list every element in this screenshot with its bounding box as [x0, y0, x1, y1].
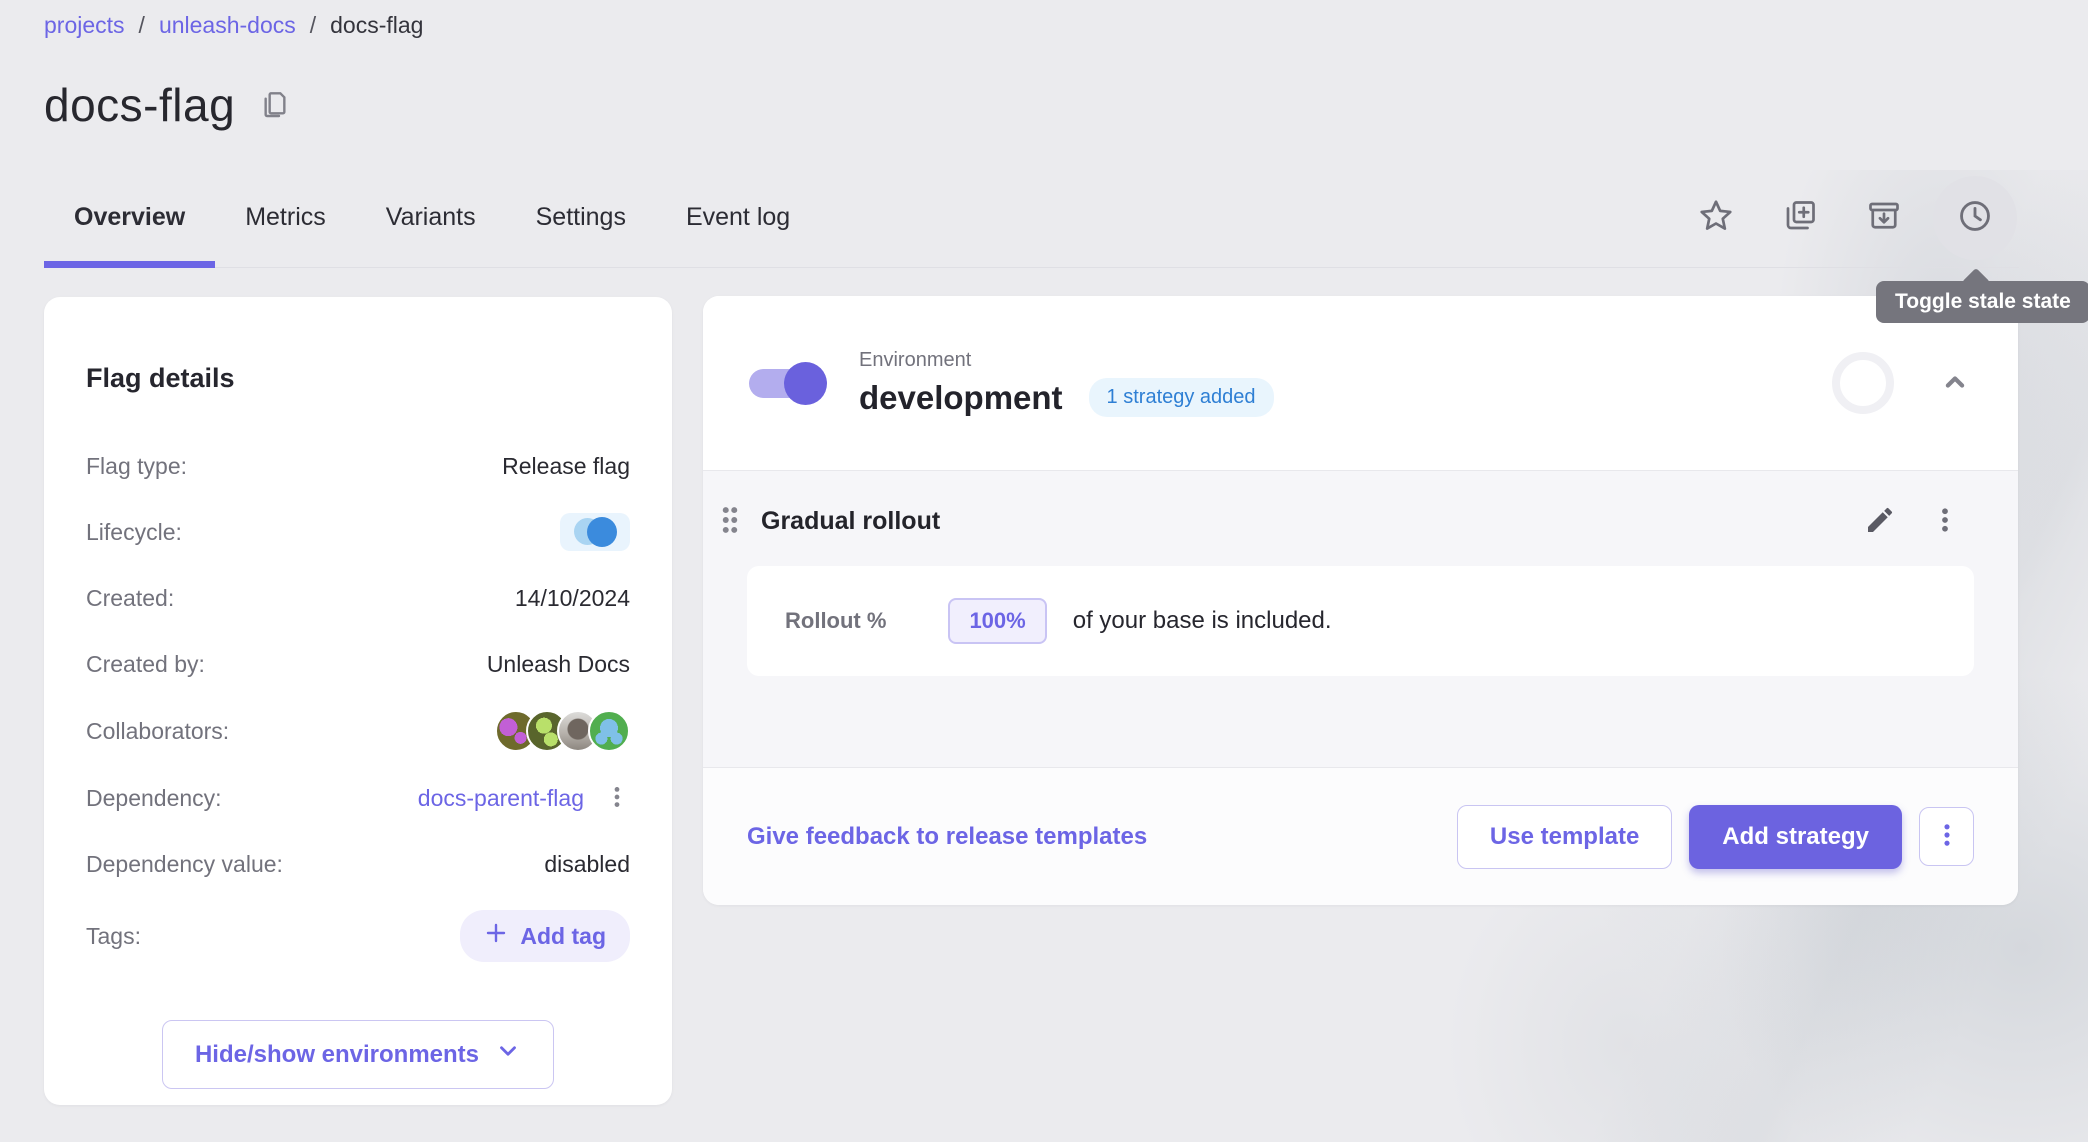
- toggle-stale-button[interactable]: [1933, 176, 2017, 260]
- dependency-value-label: Dependency value:: [86, 851, 283, 878]
- breadcrumb-separator: /: [139, 12, 145, 39]
- flag-actions: [1681, 168, 2019, 267]
- kebab-icon: [1933, 821, 1961, 852]
- created-value: 14/10/2024: [515, 585, 630, 612]
- environment-name: development: [859, 379, 1063, 417]
- tab-settings[interactable]: Settings: [506, 168, 656, 267]
- tab-variants[interactable]: Variants: [356, 168, 506, 267]
- copy-icon: [259, 88, 291, 123]
- tags-label: Tags:: [86, 923, 141, 950]
- breadcrumb-separator: /: [310, 12, 316, 39]
- strategy-menu-button[interactable]: [1930, 505, 1960, 538]
- tab-metrics[interactable]: Metrics: [215, 168, 356, 267]
- copy-flag-button[interactable]: [1765, 183, 1835, 253]
- environment-header: Environment development 1 strategy added: [703, 296, 2018, 470]
- tab-event-log[interactable]: Event log: [656, 168, 820, 267]
- archive-button[interactable]: [1849, 183, 1919, 253]
- collapse-environment-button[interactable]: [1938, 365, 1972, 402]
- release-templates-feedback-link[interactable]: Give feedback to release templates: [747, 823, 1147, 851]
- add-strategy-button[interactable]: Add strategy: [1689, 805, 1902, 869]
- breadcrumb-current: docs-flag: [330, 12, 423, 39]
- edit-strategy-button[interactable]: [1864, 504, 1896, 539]
- tab-overview[interactable]: Overview: [44, 168, 215, 267]
- rollout-parameter-box: Rollout % 100% of your base is included.: [747, 566, 1974, 676]
- row-tags: Tags: Add tag: [86, 910, 630, 962]
- breadcrumb-project[interactable]: unleash-docs: [159, 12, 296, 39]
- metrics-ring: [1832, 352, 1894, 414]
- archive-icon: [1866, 198, 1902, 237]
- strategy-list: Gradual rollout: [703, 470, 2018, 768]
- dependency-value: disabled: [544, 851, 630, 878]
- add-tag-button[interactable]: Add tag: [460, 910, 630, 962]
- rollout-percentage-chip: 100%: [948, 598, 1046, 644]
- environment-toggle[interactable]: [749, 369, 821, 398]
- row-flag-type: Flag type: Release flag: [86, 446, 630, 486]
- clock-icon: [1956, 197, 1994, 238]
- lifecycle-stage-chip[interactable]: [560, 513, 630, 551]
- hide-show-label: Hide/show environments: [195, 1041, 479, 1069]
- row-created: Created: 14/10/2024: [86, 578, 630, 618]
- created-label: Created:: [86, 585, 174, 612]
- chevron-down-icon: [495, 1038, 521, 1071]
- row-lifecycle: Lifecycle:: [86, 512, 630, 552]
- row-created-by: Created by: Unleash Docs: [86, 644, 630, 684]
- tooltip-toggle-stale-state: Toggle stale state: [1876, 281, 2088, 323]
- use-template-button[interactable]: Use template: [1457, 805, 1672, 869]
- environment-card: Environment development 1 strategy added: [703, 296, 2018, 905]
- collaborator-avatar: [588, 710, 630, 752]
- copy-add-icon: [1782, 198, 1818, 237]
- dependency-link[interactable]: docs-parent-flag: [418, 785, 584, 812]
- rollout-description: of your base is included.: [1073, 607, 1332, 635]
- pencil-icon: [1864, 504, 1896, 539]
- chevron-up-icon: [1938, 365, 1972, 402]
- row-collaborators: Collaborators:: [86, 710, 630, 752]
- row-dependency: Dependency: docs-parent-flag: [86, 778, 630, 818]
- kebab-icon: [604, 784, 630, 813]
- flag-type-value: Release flag: [502, 453, 630, 480]
- page-header: docs-flag: [44, 78, 291, 132]
- dependency-label: Dependency:: [86, 785, 222, 812]
- strategy-drag-handle[interactable]: [715, 503, 745, 540]
- copy-name-button[interactable]: [259, 88, 291, 123]
- strategy-title: Gradual rollout: [761, 507, 940, 536]
- created-by-label: Created by:: [86, 651, 205, 678]
- tab-bar: Overview Metrics Variants Settings Event…: [44, 168, 2019, 268]
- flag-type-label: Flag type:: [86, 453, 187, 480]
- add-tag-label: Add tag: [520, 923, 606, 950]
- dependency-menu-button[interactable]: [604, 784, 630, 813]
- created-by-value: Unleash Docs: [487, 651, 630, 678]
- breadcrumb-projects[interactable]: projects: [44, 12, 125, 39]
- rollout-label: Rollout %: [785, 608, 886, 634]
- more-strategy-options-button[interactable]: [1919, 807, 1974, 866]
- flag-details-card: Flag details Flag type: Release flag Lif…: [44, 297, 672, 1105]
- strategy-count-badge: 1 strategy added: [1089, 378, 1274, 417]
- collaborator-avatars: [495, 710, 630, 752]
- lifecycle-label: Lifecycle:: [86, 519, 182, 546]
- star-icon: [1698, 198, 1734, 237]
- breadcrumb: projects / unleash-docs / docs-flag: [44, 12, 423, 39]
- favorite-button[interactable]: [1681, 183, 1751, 253]
- hide-show-environments-button[interactable]: Hide/show environments: [162, 1020, 554, 1089]
- collaborators-label: Collaborators:: [86, 718, 229, 745]
- drag-handle-icon: [715, 503, 745, 540]
- kebab-icon: [1930, 505, 1960, 538]
- row-dependency-value: Dependency value: disabled: [86, 844, 630, 884]
- flag-details-heading: Flag details: [86, 363, 630, 394]
- environment-label: Environment: [859, 349, 1274, 372]
- plus-icon: [484, 921, 508, 951]
- page-title: docs-flag: [44, 78, 235, 132]
- environment-footer: Give feedback to release templates Use t…: [703, 768, 2018, 905]
